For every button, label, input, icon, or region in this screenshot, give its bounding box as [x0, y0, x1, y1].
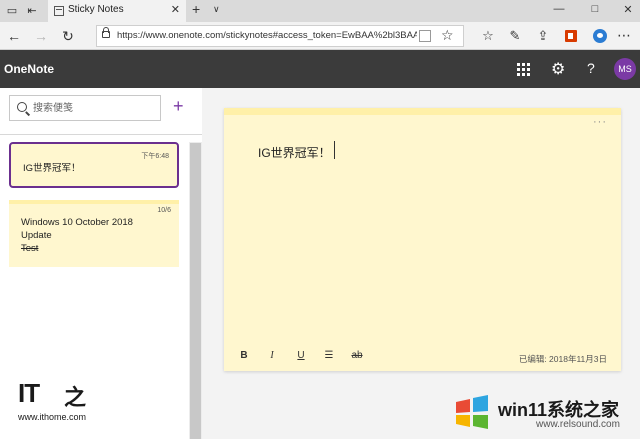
note-preview-line: Test	[21, 243, 39, 254]
ithome-watermark: IT 之 www.ithome.com	[12, 378, 102, 428]
watermark-site: www.relsound.com	[536, 419, 620, 430]
note-card-selected[interactable]: 下午6:48 IG世界冠军！	[9, 142, 179, 188]
editor-pane: ··· IG世界冠军！ B I U ☰ ab 已编辑: 2018年11月3日	[202, 88, 640, 439]
watermark-brand-char: 之	[64, 385, 87, 410]
last-edited-label: 已编辑: 2018年11月3日	[518, 354, 607, 364]
windows-logo-icon	[456, 395, 488, 429]
note-preview-line: IG世界冠军！	[23, 163, 81, 174]
minimize-icon[interactable]: —	[552, 3, 566, 15]
relsound-watermark: win11系统之家 www.relsound.com	[452, 392, 638, 439]
avatar[interactable]: MS	[614, 58, 636, 80]
pen-icon[interactable]: ✎	[507, 27, 523, 45]
lock-icon	[102, 27, 110, 38]
note-color-strip	[224, 108, 621, 115]
settings-gear-icon[interactable]: ⚙	[551, 59, 565, 79]
new-tab-icon[interactable]: +	[192, 1, 200, 17]
note-timestamp: 10/6	[157, 207, 171, 214]
extension-icon[interactable]	[593, 29, 607, 43]
browser-address-bar: ← → ↻ https://www.onenote.com/stickynote…	[0, 22, 640, 50]
close-window-icon[interactable]: ✕	[621, 3, 635, 16]
address-input[interactable]: https://www.onenote.com/stickynotes#acce…	[96, 25, 464, 47]
tab-sticky-notes[interactable]: Sticky Notes ✕	[48, 0, 186, 22]
text-caret	[334, 141, 335, 159]
onenote-header: OneNote ⚙ ? MS	[0, 50, 640, 88]
forward-arrow-icon[interactable]: →	[32, 27, 50, 45]
search-box[interactable]	[9, 95, 161, 121]
browser-tab-bar: ▭ ⇤ Sticky Notes ✕ + ∨ — □ ✕	[0, 0, 640, 22]
note-card[interactable]: 10/6 Windows 10 October 2018 Update Test	[9, 200, 179, 267]
note-timestamp: 下午6:48	[141, 153, 169, 160]
watermark-brand: IT	[18, 378, 40, 408]
share-icon[interactable]: ⇪	[535, 27, 551, 45]
favorites-hub-icon[interactable]: ☆	[480, 27, 496, 45]
search-input[interactable]	[33, 101, 153, 115]
note-preview-line: Update	[21, 230, 52, 241]
maximize-icon[interactable]: □	[588, 3, 602, 15]
back-arrow-icon[interactable]: ←	[5, 27, 23, 45]
close-tab-icon[interactable]: ✕	[171, 3, 180, 16]
add-note-button[interactable]: +	[173, 96, 184, 117]
app-title[interactable]: OneNote	[4, 62, 54, 76]
address-url[interactable]: https://www.onenote.com/stickynotes#acce…	[117, 30, 417, 41]
page-favicon-icon	[54, 6, 64, 16]
note-preview-line: Windows 10 October 2018	[21, 217, 133, 228]
search-icon	[17, 102, 27, 112]
bullet-list-button[interactable]: ☰	[322, 350, 336, 361]
note-content[interactable]: IG世界冠军！	[258, 144, 331, 161]
bold-button[interactable]: B	[237, 350, 251, 361]
strikethrough-button[interactable]: ab	[350, 350, 364, 361]
reading-view-icon[interactable]	[419, 30, 431, 42]
note-more-icon[interactable]: ···	[593, 116, 607, 128]
refresh-icon[interactable]: ↻	[59, 27, 77, 45]
scrollbar-thumb[interactable]	[190, 143, 201, 439]
note-editor[interactable]: ··· IG世界冠军！ B I U ☰ ab 已编辑: 2018年11月3日	[224, 108, 621, 371]
more-options-icon[interactable]: ⋯	[617, 27, 631, 44]
tab-preview-icon[interactable]: ▭	[4, 3, 20, 19]
watermark-site: www.ithome.com	[18, 412, 87, 422]
chevron-down-icon[interactable]: ∨	[213, 4, 220, 15]
italic-button[interactable]: I	[265, 350, 279, 361]
underline-button[interactable]: U	[294, 350, 308, 361]
app-launcher-icon[interactable]	[517, 63, 530, 76]
favorite-star-icon[interactable]: ☆	[441, 27, 454, 44]
help-icon[interactable]: ?	[587, 60, 595, 76]
note-color-strip	[9, 200, 179, 204]
office-extension-icon[interactable]	[565, 30, 577, 42]
screen: ▭ ⇤ Sticky Notes ✕ + ∨ — □ ✕ ← → ↻ https…	[0, 0, 640, 439]
tab-title: Sticky Notes	[68, 4, 124, 15]
set-aside-tabs-icon[interactable]: ⇤	[24, 3, 40, 19]
divider	[0, 134, 202, 135]
